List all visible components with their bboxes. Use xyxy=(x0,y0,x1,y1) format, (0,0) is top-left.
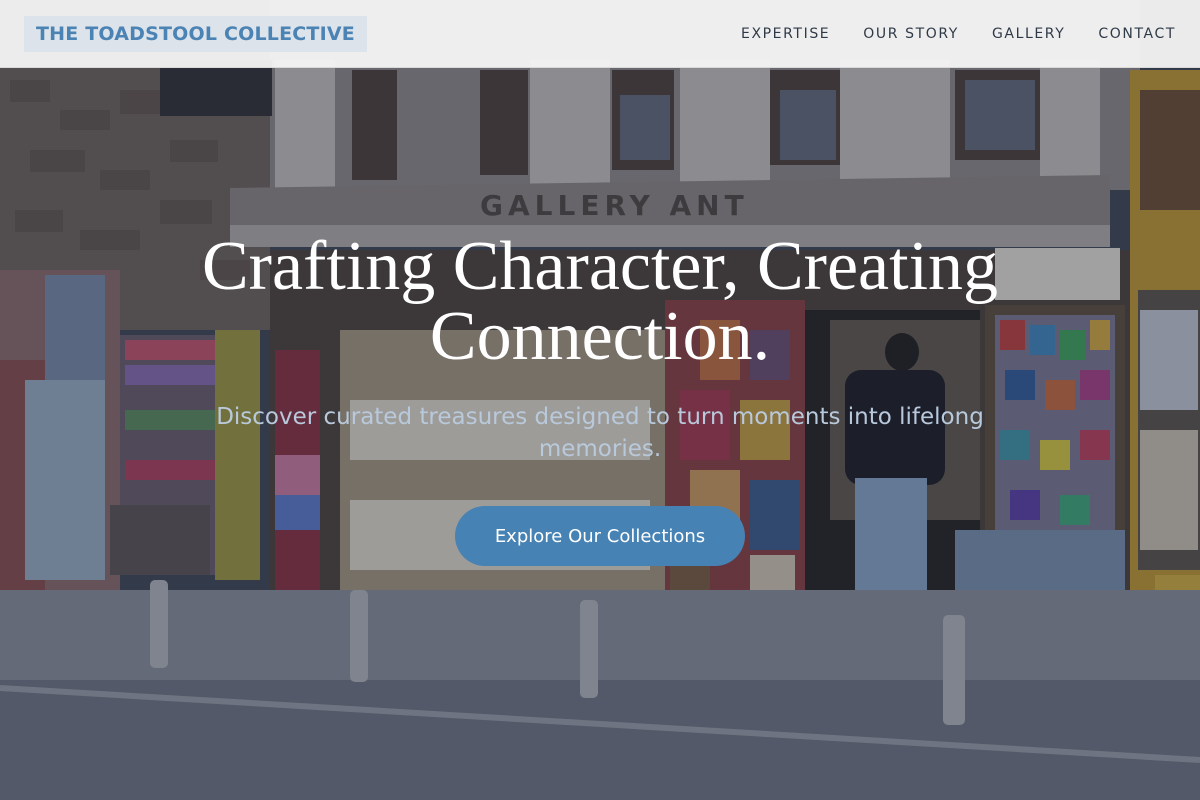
nav-link-contact[interactable]: CONTACT xyxy=(1098,26,1176,42)
hero-content: Crafting Character, Creating Connection.… xyxy=(0,0,1200,800)
nav-link-gallery[interactable]: GALLERY xyxy=(992,26,1065,42)
hero-title-line-1: Crafting Character, Creating xyxy=(201,228,999,305)
hero-subtitle-line-2: memories. xyxy=(538,436,662,462)
site-logo[interactable]: THE TOADSTOOL COLLECTIVE xyxy=(24,15,367,52)
main-nav: EXPERTISE OUR STORY GALLERY CONTACT xyxy=(708,26,1176,42)
hero-title-line-2: Connection. xyxy=(429,298,771,375)
nav-link-our-story[interactable]: OUR STORY xyxy=(863,26,959,42)
hero-title: Crafting Character, Creating Connection. xyxy=(150,232,1050,372)
site-header: THE TOADSTOOL COLLECTIVE EXPERTISE OUR S… xyxy=(0,0,1200,68)
hero-subtitle: Discover curated treasures designed to t… xyxy=(190,401,1010,465)
nav-link-expertise[interactable]: EXPERTISE xyxy=(741,26,830,42)
hero-subtitle-line-1: Discover curated treasures designed to t… xyxy=(216,404,984,430)
explore-collections-button[interactable]: Explore Our Collections xyxy=(455,506,745,566)
